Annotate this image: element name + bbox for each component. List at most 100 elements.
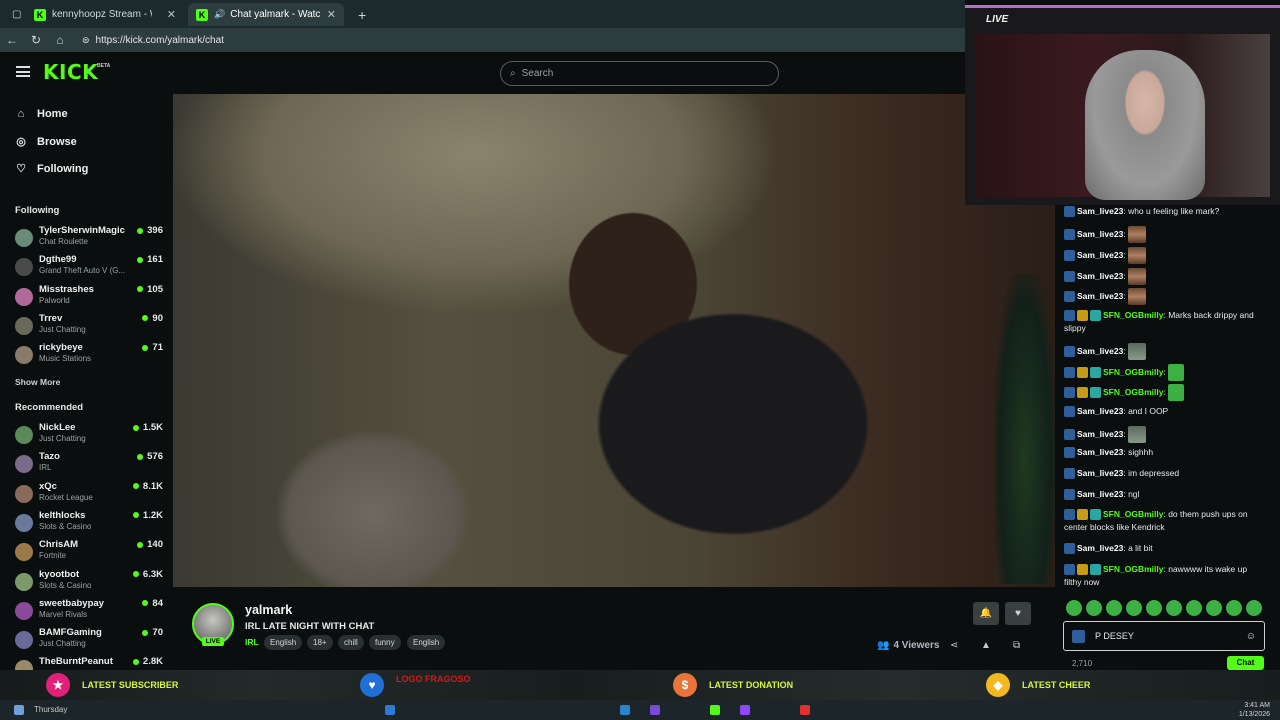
emote-icon[interactable] xyxy=(1246,600,1262,616)
kick-badge-icon[interactable] xyxy=(1064,468,1075,480)
kick-badge-icon[interactable] xyxy=(1064,229,1075,240)
chat-username[interactable]: Sam_live23 xyxy=(1077,447,1123,457)
back-icon[interactable]: ← xyxy=(0,33,24,47)
crown-badge-icon[interactable] xyxy=(1077,310,1088,322)
browser-tab-yalmark[interactable]: K 🔊 Chat yalmark - Watch Live on Kick ✕ xyxy=(188,3,344,26)
emote-icon[interactable] xyxy=(1066,600,1082,616)
sidebar-channel[interactable]: Trrev Just Chatting 90 xyxy=(15,313,163,341)
sub-badge-icon[interactable] xyxy=(1090,310,1101,322)
kick-badge-icon[interactable] xyxy=(1064,310,1075,322)
cat-emote-icon[interactable] xyxy=(1128,343,1147,360)
weather-icon[interactable] xyxy=(14,705,24,715)
stream-tag[interactable]: funny xyxy=(369,635,401,650)
sidebar-channel[interactable]: xQc Rocket League 8.1K xyxy=(15,481,163,509)
home-icon[interactable]: ⌂ xyxy=(48,33,72,47)
menu-icon[interactable] xyxy=(16,66,30,77)
kick-logo[interactable]: KICK xyxy=(43,60,98,84)
kick-badge-icon[interactable] xyxy=(1064,206,1075,218)
chat-username[interactable]: SFN_OGBmilly xyxy=(1103,367,1163,377)
start-icon[interactable] xyxy=(385,705,395,715)
sidebar-channel[interactable]: TylerSherwinMagic Chat Roulette 396 xyxy=(15,225,163,253)
emote-icon[interactable] xyxy=(1106,600,1122,616)
crown-badge-icon[interactable] xyxy=(1077,387,1088,398)
sidebar-item-following[interactable]: ♡ Following xyxy=(15,162,88,176)
sidebar-channel[interactable]: kyootbot Slots & Casino 6.3K xyxy=(15,569,163,597)
chat-username[interactable]: SFN_OGBmilly xyxy=(1103,564,1163,574)
sidebar-channel[interactable]: kelthlocks Slots & Casino 1.2K xyxy=(15,510,163,538)
reload-icon[interactable]: ↻ xyxy=(24,33,48,47)
stream-tag[interactable]: English xyxy=(407,635,446,650)
kick-badge-icon[interactable] xyxy=(1064,387,1075,398)
kick-badge-icon[interactable] xyxy=(1064,429,1075,440)
emote-icon[interactable] xyxy=(1206,600,1222,616)
face-emote-icon[interactable] xyxy=(1128,226,1147,243)
emote-icon[interactable] xyxy=(1126,600,1142,616)
emote-icon[interactable] xyxy=(1146,600,1162,616)
url-field[interactable]: ⊜ https://kick.com/yalmark/chat xyxy=(82,35,224,46)
streamer-name[interactable]: yalmark xyxy=(245,603,292,617)
emote-icon[interactable] xyxy=(1086,600,1102,616)
taskbar-app-icon[interactable] xyxy=(800,705,810,715)
chat-send-button[interactable]: Chat xyxy=(1227,656,1264,670)
sidebar-channel[interactable]: rickybeye Music Stations 71 xyxy=(15,342,163,370)
kick-badge-icon[interactable] xyxy=(1064,509,1075,521)
kick-badge-icon[interactable] xyxy=(1064,367,1075,378)
sub-badge-icon[interactable] xyxy=(1090,564,1101,576)
kick-badge-icon[interactable] xyxy=(1064,346,1075,357)
sidebar-channel[interactable]: Misstrashes Palworld 105 xyxy=(15,284,163,312)
face-emote-icon[interactable] xyxy=(1128,247,1147,264)
sidebar-channel[interactable]: Dgthe99 Grand Theft Auto V (G... 161 xyxy=(15,254,163,282)
stream-tag[interactable]: chill xyxy=(338,635,364,650)
share-icon[interactable]: ⋖ xyxy=(950,640,958,651)
chat-username[interactable]: Sam_live23 xyxy=(1077,429,1123,439)
video-player[interactable] xyxy=(173,94,1055,587)
sub-badge-icon[interactable] xyxy=(1090,509,1101,521)
sub-badge-icon[interactable] xyxy=(1090,367,1101,378)
chat-username[interactable]: Sam_live23 xyxy=(1077,229,1123,239)
kick-badge-icon[interactable] xyxy=(1064,250,1075,261)
face-emote-icon[interactable] xyxy=(1128,268,1147,285)
sidebar-channel[interactable]: Tazo IRL 576 xyxy=(15,451,163,479)
face-emote-icon[interactable] xyxy=(1128,288,1147,305)
close-icon[interactable]: ✕ xyxy=(161,8,176,21)
sidebar-channel[interactable]: ChrisAM Fortnite 140 xyxy=(15,539,163,567)
taskbar-app-icon[interactable] xyxy=(620,705,630,715)
chat-username[interactable]: Sam_live23 xyxy=(1077,406,1123,416)
chat-username[interactable]: Sam_live23 xyxy=(1077,346,1123,356)
emote-icon[interactable] xyxy=(1186,600,1202,616)
kick-badge-icon[interactable] xyxy=(1064,564,1075,576)
notification-bell-button[interactable]: 🔔 xyxy=(973,602,999,625)
follow-button[interactable]: ♥ xyxy=(1005,602,1031,625)
system-clock[interactable]: 3:41 AM 1/13/2026 xyxy=(1239,701,1270,719)
stream-tag[interactable]: English xyxy=(264,635,303,650)
pepe-emote-icon[interactable] xyxy=(1168,364,1185,381)
sidebar-item-browse[interactable]: ◎ Browse xyxy=(15,135,77,149)
taskbar-app-icon[interactable] xyxy=(650,705,660,715)
chat-username[interactable]: SFN_OGBmilly xyxy=(1103,509,1163,519)
emote-icon[interactable] xyxy=(1166,600,1182,616)
workspaces-icon[interactable]: ▢ xyxy=(4,3,22,26)
chat-username[interactable]: Sam_live23 xyxy=(1077,271,1123,281)
sub-badge-icon[interactable] xyxy=(1090,387,1101,398)
chat-username[interactable]: SFN_OGBmilly xyxy=(1103,310,1163,320)
chat-username[interactable]: Sam_live23 xyxy=(1077,206,1123,216)
kick-badge-icon[interactable] xyxy=(1064,543,1075,555)
crown-badge-icon[interactable] xyxy=(1077,367,1088,378)
chat-username[interactable]: Sam_live23 xyxy=(1077,543,1123,553)
sidebar-channel[interactable]: NickLee Just Chatting 1.5K xyxy=(15,422,163,450)
search-input[interactable]: ⌕ Search xyxy=(500,61,779,86)
browser-tab-kennyhoopz[interactable]: K kennyhoopz Stream - Watch Live on Kick… xyxy=(26,3,184,26)
chat-input[interactable]: P DESEY ☺ xyxy=(1063,621,1265,651)
crown-badge-icon[interactable] xyxy=(1077,564,1088,576)
stream-category[interactable]: IRL xyxy=(245,637,259,647)
chat-username[interactable]: SFN_OGBmilly xyxy=(1103,387,1163,397)
pepe-emote-icon[interactable] xyxy=(1168,384,1185,401)
chat-username[interactable]: Sam_live23 xyxy=(1077,468,1123,478)
kick-badge-icon[interactable] xyxy=(1064,271,1075,282)
cat-emote-icon[interactable] xyxy=(1128,426,1147,443)
taskbar-app-icon[interactable] xyxy=(740,705,750,715)
report-icon[interactable]: ▲ xyxy=(981,640,991,651)
sidebar-item-home[interactable]: ⌂ Home xyxy=(15,108,68,120)
stream-tag[interactable]: 18+ xyxy=(307,635,333,650)
emoji-icon[interactable]: ☺ xyxy=(1246,631,1256,642)
